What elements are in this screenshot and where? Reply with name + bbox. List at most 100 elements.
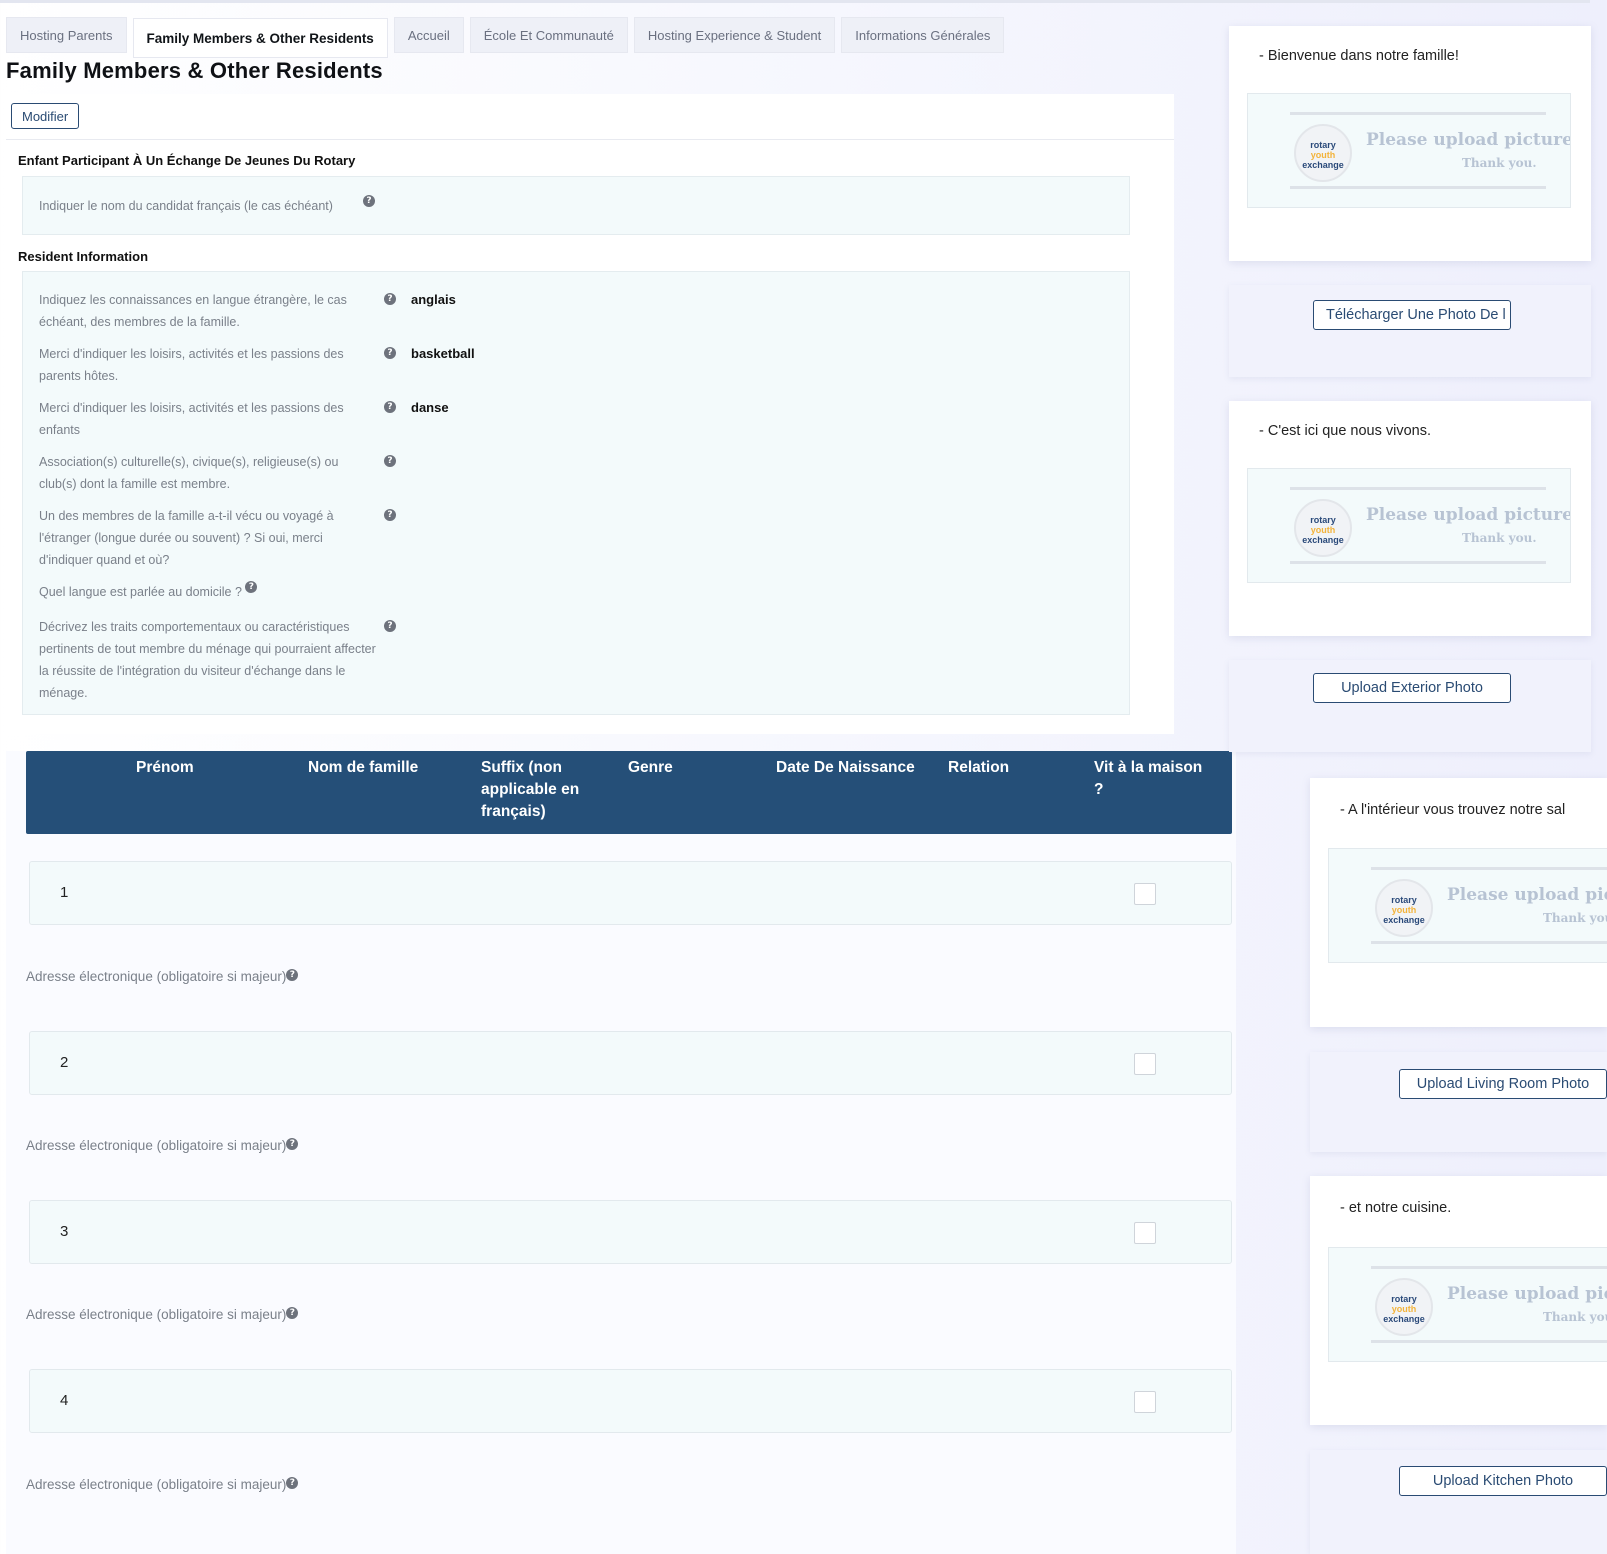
column-header-date-naissance: Date De Naissance bbox=[776, 759, 915, 776]
divider bbox=[6, 139, 1174, 140]
placeholder-text: Please upload picture. bbox=[1366, 130, 1571, 150]
upload-exterior-photo-button[interactable]: Upload Exterior Photo bbox=[1313, 673, 1511, 703]
photo-card-exterior: - C'est ici que nous vivons. rotary yout… bbox=[1229, 401, 1591, 636]
help-icon[interactable]: ? bbox=[363, 195, 375, 207]
email-label: Adresse électronique (obligatoire si maj… bbox=[26, 969, 299, 984]
column-header-vit-maison: Vit à la maison ? bbox=[1094, 759, 1203, 798]
resident-section-title: Resident Information bbox=[18, 249, 149, 264]
column-header-relation: Relation bbox=[948, 759, 1010, 776]
logo-text: rotary bbox=[1310, 140, 1336, 150]
placeholder-line bbox=[1290, 112, 1546, 115]
table-row: 3 bbox=[29, 1200, 1232, 1264]
members-table: Prénom Nom de famille Suffix (non applic… bbox=[6, 751, 1236, 1554]
logo-text: youth bbox=[1310, 150, 1336, 160]
logo-text: rotary bbox=[1391, 895, 1417, 905]
row-number: 2 bbox=[60, 1054, 69, 1071]
help-icon[interactable]: ? bbox=[384, 620, 396, 632]
photo-placeholder: rotary youth exchange Please upload pict… bbox=[1247, 468, 1571, 583]
help-icon[interactable]: ? bbox=[384, 347, 396, 359]
top-border bbox=[0, 0, 1590, 3]
resident-row-label: Un des membres de la famille a-t-il vécu… bbox=[39, 509, 334, 567]
modifier-button[interactable]: Modifier bbox=[11, 103, 80, 129]
help-icon[interactable]: ? bbox=[384, 293, 396, 305]
photo-caption: - Bienvenue dans notre famille! bbox=[1259, 48, 1459, 64]
help-icon[interactable]: ? bbox=[384, 455, 396, 467]
upload-living-room-photo-button[interactable]: Upload Living Room Photo bbox=[1399, 1069, 1607, 1099]
placeholder-line bbox=[1290, 186, 1546, 189]
placeholder-line bbox=[1371, 1340, 1607, 1343]
email-label: Adresse électronique (obligatoire si maj… bbox=[26, 1477, 299, 1492]
placeholder-text: Please upload picture. bbox=[1447, 1284, 1607, 1304]
email-label-text: Adresse électronique (obligatoire si maj… bbox=[26, 1138, 287, 1153]
upload-kitchen-photo-button[interactable]: Upload Kitchen Photo bbox=[1399, 1466, 1607, 1496]
help-icon[interactable]: ? bbox=[286, 1477, 299, 1489]
upload-card: Upload Kitchen Photo bbox=[1310, 1450, 1607, 1554]
resident-row-behavior: Décrivez les traits comportementaux ou c… bbox=[39, 616, 939, 704]
upload-card: Upload Exterior Photo bbox=[1229, 660, 1591, 752]
photo-placeholder: rotary youth exchange Please upload pict… bbox=[1247, 93, 1571, 208]
tab-bar: Hosting Parents Family Members & Other R… bbox=[6, 17, 1005, 58]
resident-row-parents-hobbies: Merci d'indiquer les loisirs, activités … bbox=[39, 343, 939, 387]
resident-row-label: Indiquez les connaissances en langue étr… bbox=[39, 293, 347, 329]
logo-text: youth bbox=[1391, 1304, 1417, 1314]
lives-home-checkbox[interactable] bbox=[1134, 883, 1156, 905]
resident-row-home-language: Quel langue est parlée au domicile ? ? bbox=[39, 581, 939, 603]
resident-row-abroad: Un des membres de la famille a-t-il vécu… bbox=[39, 505, 939, 571]
exchange-section-title: Enfant Participant À Un Échange De Jeune… bbox=[18, 153, 356, 168]
help-icon[interactable]: ? bbox=[384, 509, 396, 521]
photo-caption: - C'est ici que nous vivons. bbox=[1259, 423, 1432, 439]
email-label-text: Adresse électronique (obligatoire si maj… bbox=[26, 1307, 287, 1322]
upload-family-photo-button[interactable]: Télécharger Une Photo De l bbox=[1313, 300, 1511, 330]
resident-row-label: Association(s) culturelle(s), civique(s)… bbox=[39, 455, 339, 491]
logo-text: exchange bbox=[1383, 1314, 1425, 1324]
tab-family-members[interactable]: Family Members & Other Residents bbox=[132, 18, 388, 58]
tab-informations-generales[interactable]: Informations Générales bbox=[841, 17, 1005, 53]
tab-ecole-communaute[interactable]: École Et Communauté bbox=[469, 17, 628, 53]
resident-row-value: danse bbox=[411, 400, 449, 415]
help-icon[interactable]: ? bbox=[286, 1307, 299, 1319]
help-icon[interactable]: ? bbox=[286, 969, 299, 981]
lives-home-checkbox[interactable] bbox=[1134, 1053, 1156, 1075]
resident-row-label: Quel langue est parlée au domicile ? ? bbox=[39, 581, 379, 603]
tab-hosting-experience[interactable]: Hosting Experience & Student bbox=[633, 17, 836, 53]
logo-text: youth bbox=[1310, 525, 1336, 535]
help-icon[interactable]: ? bbox=[286, 1138, 299, 1150]
resident-row-languages: Indiquez les connaissances en langue étr… bbox=[39, 289, 939, 333]
table-row: 4 bbox=[29, 1369, 1232, 1433]
tab-hosting-parents[interactable]: Hosting Parents bbox=[6, 17, 127, 53]
photo-card-kitchen: - et notre cuisine. rotary youth exchang… bbox=[1310, 1176, 1607, 1425]
upload-card: Télécharger Une Photo De l bbox=[1229, 285, 1591, 377]
resident-info-box: Indiquez les connaissances en langue étr… bbox=[22, 271, 1130, 715]
email-label: Adresse électronique (obligatoire si maj… bbox=[26, 1307, 299, 1322]
placeholder-line bbox=[1371, 1266, 1607, 1269]
column-header-suffix: Suffix (non applicable en français) bbox=[481, 759, 580, 820]
tab-accueil[interactable]: Accueil bbox=[393, 17, 464, 53]
photo-caption: - et notre cuisine. bbox=[1340, 1200, 1452, 1216]
rotary-logo-icon: rotary youth exchange bbox=[1294, 499, 1352, 557]
placeholder-subtext: Thank you. bbox=[1543, 911, 1607, 925]
row-number: 1 bbox=[60, 884, 69, 901]
rotary-logo-icon: rotary youth exchange bbox=[1375, 1278, 1433, 1336]
help-icon[interactable]: ? bbox=[384, 401, 396, 413]
logo-text: rotary bbox=[1310, 515, 1336, 525]
rotary-logo-icon: rotary youth exchange bbox=[1375, 879, 1433, 937]
photo-caption: - A l'intérieur vous trouvez notre sal bbox=[1340, 802, 1566, 818]
placeholder-subtext: Thank you. bbox=[1543, 1310, 1607, 1324]
email-label: Adresse électronique (obligatoire si maj… bbox=[26, 1138, 299, 1153]
lives-home-checkbox[interactable] bbox=[1134, 1222, 1156, 1244]
resident-row-label: Décrivez les traits comportementaux ou c… bbox=[39, 620, 376, 700]
photo-placeholder: rotary youth exchange Please upload pict… bbox=[1328, 1247, 1607, 1362]
candidate-label: Indiquer le nom du candidat français (le… bbox=[39, 199, 333, 213]
lives-home-checkbox[interactable] bbox=[1134, 1391, 1156, 1413]
placeholder-line bbox=[1371, 867, 1607, 870]
help-icon[interactable]: ? bbox=[245, 581, 258, 593]
resident-row-value: anglais bbox=[411, 292, 456, 307]
placeholder-line bbox=[1371, 941, 1607, 944]
row-number: 4 bbox=[60, 1392, 69, 1409]
placeholder-line bbox=[1290, 487, 1546, 490]
candidate-field[interactable]: Indiquer le nom du candidat français (le… bbox=[22, 176, 1130, 235]
email-label-text: Adresse électronique (obligatoire si maj… bbox=[26, 969, 287, 984]
column-header-prenom: Prénom bbox=[136, 759, 194, 776]
logo-text: exchange bbox=[1302, 535, 1344, 545]
photo-card-family: - Bienvenue dans notre famille! rotary y… bbox=[1229, 26, 1591, 261]
